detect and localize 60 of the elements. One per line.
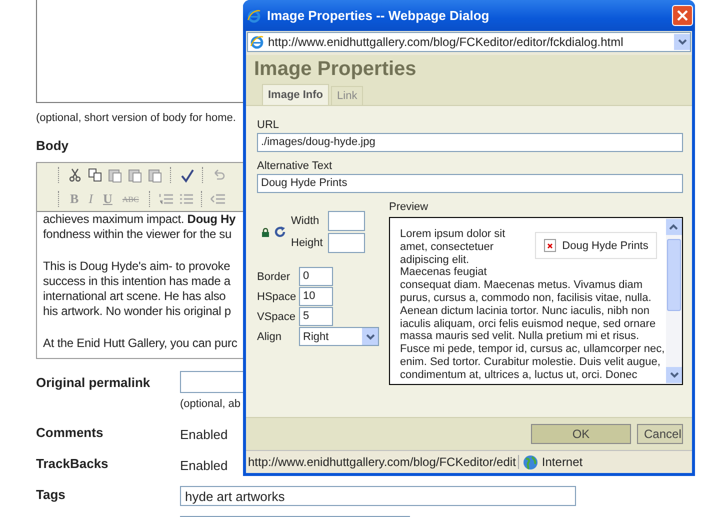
paste-icon[interactable] [147,167,163,183]
tags-label: Tags [36,487,66,502]
size-field[interactable] [328,233,365,253]
setting-label: Comments [36,425,104,440]
paste-icon[interactable] [127,167,143,183]
preview-label: Preview [389,201,428,213]
refresh-icon[interactable] [274,226,286,238]
setting-value: Enabled [180,427,228,442]
spacing-field[interactable]: 0 [299,267,333,286]
excerpt-hint: (optional, short version of body for home. [36,112,236,124]
chevron-down-icon [366,334,374,340]
size-label: Width [291,215,320,227]
editor-paragraph: This is Doug Hyde's aim- to provoke success in this intention has made a international art scene. He has also his artwork. No wonder his original p [43,259,231,319]
spacing-field[interactable]: 5 [299,307,333,326]
url-field[interactable]: ./images/doug-hyde.jpg [257,133,683,152]
chevron-down-icon [670,372,678,378]
editor-paragraph: At the Enid Hutt Gallery, you can purc [43,336,238,351]
size-label: Height [291,237,324,249]
broken-image-icon [544,239,556,252]
numbered-list-icon[interactable] [158,191,174,207]
permalink-hint: (optional, ab [180,398,241,410]
browser-logo-icon [250,35,264,49]
tab[interactable]: Image Info [262,84,330,105]
dialog-button[interactable]: Cancel [637,424,683,444]
scissors-icon[interactable] [67,167,83,183]
address-field[interactable]: http://www.enidhuttgallery.com/blog/FCKeditor/editor/fckdialog.html [247,32,691,52]
image-alt-text: Doug Hyde Prints [562,240,648,252]
close-icon [677,10,688,21]
setting-value: Enabled [180,458,228,473]
editor-paragraph: achieves maximum impact. Doug Hy fondness within the viewer for the su [43,212,236,242]
status-zone: Internet [542,455,583,469]
scrollbar[interactable] [666,218,682,384]
dropdown-button[interactable] [674,34,690,50]
preview-text: consequat diam. Maecenas metus. Vivamus diam purus, cursus a, commodo non, facilisis vitae, nulla. Aenean dictum lacinia tortor. Nunc iaculis, nibh non iaculis aliquam, orci felis euismod neque, sed ornare massa mauris sed velit. Nulla pretium mi et risus. Fusce mi pede, tempor id, cursus ac, ullamcorper nec, enim. Sed tortor. Curabitur molestie. Duis velit augue, condimentum at, ultrices a, luctus ut, orci. Donec [400,279,666,382]
alt-text-label: Alternative Text [257,160,332,172]
setting-label: TrackBacks [36,456,110,471]
globe-icon [522,454,538,470]
lock-icon[interactable] [262,228,269,236]
chevron-down-icon [678,39,686,45]
spacing-field[interactable]: 10 [299,287,333,306]
spacing-label: Border [257,270,292,282]
size-field[interactable] [328,211,365,231]
permalink-label: Original permalink [36,375,152,390]
dialog-button[interactable]: OK [531,424,631,444]
spacing-label: VSpace [257,310,297,322]
align-select[interactable]: Right [299,327,379,346]
url-label: URL [257,119,280,131]
copy-icon[interactable] [87,167,103,183]
spellcheck-icon[interactable] [179,167,195,183]
tags-field[interactable]: hyde art artworks [180,486,576,506]
browser-logo-icon [247,8,261,22]
dialog-heading: Image Properties [254,58,416,82]
spacing-label: HSpace [257,290,298,302]
chevron-down-icon [670,224,678,230]
window-title: Image Properties -- Webpage Dialog [267,8,490,23]
align-label: Align [257,330,282,342]
body-label: Body [36,138,68,153]
close-button[interactable] [672,5,693,26]
alt-text-field[interactable]: Doug Hyde Prints [257,174,683,193]
status-url: http://www.enidhuttgallery.com/blog/FCKeditor/edit [248,455,519,469]
